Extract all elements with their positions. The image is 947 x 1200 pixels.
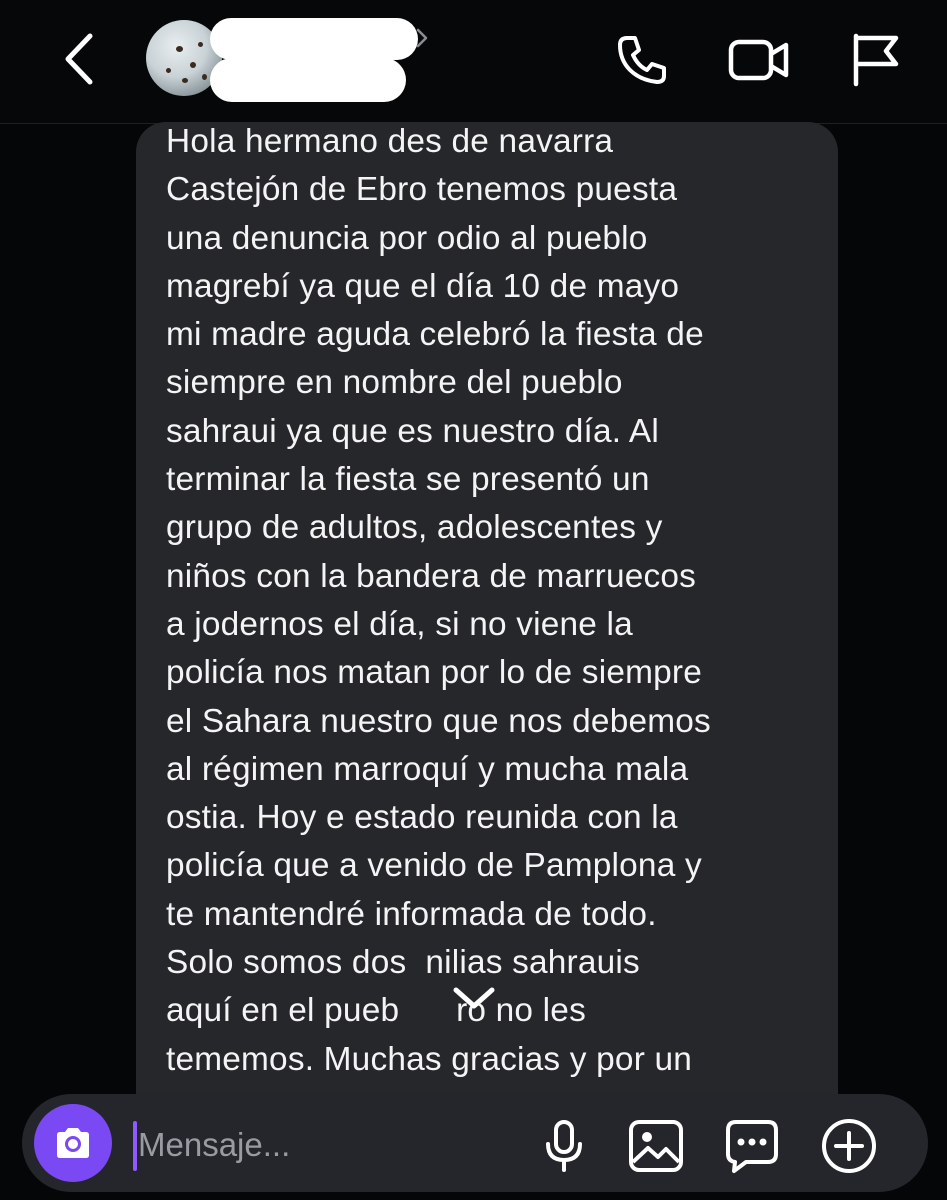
- text-cursor: [133, 1121, 137, 1171]
- voice-call-button[interactable]: [612, 30, 672, 90]
- chevron-right-icon: [416, 28, 428, 48]
- message-text: Hola hermano des de navarra Castejón de E…: [166, 118, 826, 1084]
- microphone-icon: [546, 1120, 582, 1172]
- phone-icon: [618, 36, 666, 84]
- message-line: siempre en nombre del pueblo: [166, 364, 623, 402]
- message-line: sahraui ya que es nuestro día. Al: [166, 412, 659, 450]
- message-line: Hola hermano des de navarra: [166, 123, 614, 160]
- back-button[interactable]: [52, 24, 106, 94]
- sticker-button[interactable]: [722, 1116, 782, 1176]
- message-line: magrebí ya que el día 10 de mayo: [166, 267, 680, 305]
- flag-icon: [853, 33, 899, 87]
- message-line: una denuncia por odio al pueblo: [166, 219, 648, 257]
- message-line: terminar la fiesta se presentó un: [166, 461, 650, 499]
- video-call-button[interactable]: [726, 30, 789, 90]
- message-line: te mantendré informada de todo.: [166, 895, 657, 933]
- contact-name-redaction[interactable]: [210, 18, 418, 60]
- scroll-to-bottom-button[interactable]: [446, 972, 502, 1028]
- message-line: policía nos matan por lo de siempre: [166, 654, 702, 692]
- message-line: Castejón de Ebro tenemos puesta: [166, 171, 678, 209]
- more-options-button[interactable]: [819, 1116, 879, 1176]
- report-button[interactable]: [846, 30, 906, 90]
- contact-username-redaction[interactable]: [210, 58, 406, 102]
- dm-thread-screen: Hola hermano des de navarra Castejón de E…: [0, 0, 947, 1200]
- message-line: policía que a venido de Pamplona y: [166, 847, 702, 885]
- message-line: al régimen marroquí y mucha mala: [166, 750, 689, 788]
- message-line: grupo de adultos, adolescentes y: [166, 509, 663, 547]
- message-line: a jodernos el día, si no viene la: [166, 605, 633, 643]
- plus-circle-icon: [822, 1119, 876, 1173]
- message-line: el Sahara nuestro que nos debemos: [166, 702, 711, 740]
- chevron-left-icon: [65, 33, 93, 85]
- message-line: mi madre aguda celebró la fiesta de: [166, 316, 704, 354]
- message-input[interactable]: [138, 1116, 518, 1174]
- gallery-button[interactable]: [626, 1116, 686, 1176]
- thread-header: [0, 0, 947, 124]
- video-camera-icon: [728, 39, 789, 81]
- voice-message-button[interactable]: [534, 1116, 594, 1176]
- image-icon: [629, 1120, 683, 1172]
- camera-icon: [57, 1128, 89, 1158]
- message-line: niños con la bandera de marruecos: [166, 557, 697, 595]
- chat-bubble-icon: [726, 1120, 778, 1173]
- message-line: ostia. Hoy e estado reunida con la: [166, 799, 678, 837]
- camera-button[interactable]: [34, 1104, 112, 1182]
- message-line: tememos. Muchas gracias y por un: [166, 1040, 693, 1078]
- chevron-down-icon: [453, 987, 495, 1009]
